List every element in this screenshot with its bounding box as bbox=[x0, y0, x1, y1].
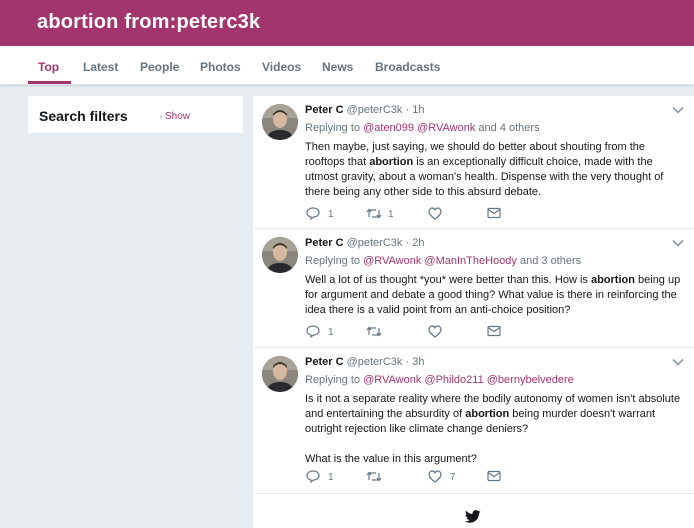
tab-videos[interactable]: Videos bbox=[262, 60, 301, 74]
tweet-author-handle[interactable]: @peterC3k bbox=[347, 237, 403, 249]
reply-count: 1 bbox=[328, 472, 334, 483]
like-count: 7 bbox=[450, 472, 456, 483]
tweet-author-name[interactable]: Peter C bbox=[305, 356, 344, 368]
search-filters-title: Search filters bbox=[39, 108, 128, 124]
avatar[interactable] bbox=[262, 356, 298, 392]
tweet-actions: 1 1 bbox=[305, 207, 685, 221]
tweet-time-separator: · bbox=[405, 356, 410, 368]
reply-icon bbox=[306, 207, 320, 220]
mention-link[interactable]: @bernybelvedere bbox=[487, 374, 574, 386]
retweet-button[interactable] bbox=[366, 325, 382, 338]
caret-down-icon[interactable] bbox=[672, 358, 684, 366]
active-tab-indicator bbox=[28, 81, 71, 84]
mention-link[interactable]: @RVAwonk bbox=[363, 374, 421, 386]
reply-count: 1 bbox=[328, 209, 334, 220]
caret-down-icon[interactable] bbox=[672, 106, 684, 114]
replying-to-label: Replying to bbox=[305, 374, 361, 386]
retweet-count: 1 bbox=[388, 209, 394, 220]
avatar-image bbox=[262, 356, 298, 392]
avatar[interactable] bbox=[262, 237, 298, 273]
retweet-icon bbox=[366, 471, 382, 482]
search-filters-card: Search filters · Show bbox=[28, 96, 243, 133]
retweet-button[interactable] bbox=[366, 470, 382, 483]
direct-message-button[interactable] bbox=[487, 207, 501, 219]
direct-message-button[interactable] bbox=[487, 325, 501, 337]
tweet-text-part: Well a lot of us thought *you* were bett… bbox=[305, 274, 591, 286]
tweet-author-name[interactable]: Peter C bbox=[305, 104, 344, 116]
replying-to-label: Replying to bbox=[305, 122, 361, 134]
tweet-time-separator: · bbox=[405, 237, 410, 249]
tweet-header: Peter C @peterC3k · 2h bbox=[305, 237, 424, 249]
tab-photos[interactable]: Photos bbox=[200, 60, 241, 74]
tweet-author-handle[interactable]: @peterC3k bbox=[347, 104, 403, 116]
like-icon bbox=[428, 470, 442, 483]
search-term-highlight: abortion bbox=[369, 156, 414, 168]
search-term-highlight: abortion bbox=[590, 274, 635, 286]
tweet-author-handle[interactable]: @peterC3k bbox=[347, 356, 403, 368]
like-button[interactable] bbox=[428, 325, 442, 338]
tweet-timestamp[interactable]: 3h bbox=[412, 356, 424, 368]
replying-to: Replying to @RVAwonk @ManInTheHoody and … bbox=[305, 255, 581, 267]
avatar[interactable] bbox=[262, 104, 298, 140]
search-header: abortion from:peterc3k bbox=[0, 0, 694, 46]
retweet-icon bbox=[366, 326, 382, 337]
tweet-text: Well a lot of us thought *you* were bett… bbox=[305, 273, 685, 318]
mention-link[interactable]: @ManInTheHoody bbox=[424, 255, 517, 267]
direct-message-icon bbox=[487, 470, 501, 482]
tweet[interactable]: Peter C @peterC3k · 3h Replying to @RVAw… bbox=[253, 348, 694, 494]
twitter-bird-icon bbox=[465, 510, 481, 523]
tweet-actions: 1 7 bbox=[305, 470, 685, 484]
tweet-actions: 1 bbox=[305, 325, 685, 339]
tab-top[interactable]: Top bbox=[38, 60, 59, 74]
tweet-text-part: What is the value in this argument? bbox=[305, 453, 477, 465]
reply-icon bbox=[306, 325, 320, 338]
search-nav: Top Latest People Photos Videos News Bro… bbox=[0, 46, 694, 85]
tab-people[interactable]: People bbox=[140, 60, 179, 74]
tweet-text: Is it not a separate reality where the b… bbox=[305, 392, 685, 467]
avatar-image bbox=[262, 237, 298, 273]
direct-message-icon bbox=[487, 207, 501, 219]
tweet[interactable]: Peter C @peterC3k · 2h Replying to @RVAw… bbox=[253, 229, 694, 348]
direct-message-button[interactable] bbox=[487, 470, 501, 482]
caret-down-icon[interactable] bbox=[672, 239, 684, 247]
tweet-timestamp[interactable]: 1h bbox=[412, 104, 424, 116]
like-icon bbox=[428, 325, 442, 338]
replying-to: Replying to @RVAwonk @Phildo211 @bernybe… bbox=[305, 374, 574, 386]
replying-to-others[interactable]: and 3 others bbox=[520, 255, 581, 267]
tab-news[interactable]: News bbox=[322, 60, 353, 74]
retweet-button[interactable] bbox=[366, 207, 382, 220]
search-filters-show-link[interactable]: Show bbox=[165, 111, 190, 122]
tab-latest[interactable]: Latest bbox=[83, 60, 118, 74]
search-title: abortion from:peterc3k bbox=[37, 11, 261, 33]
like-button[interactable] bbox=[428, 207, 442, 220]
replying-to: Replying to @aten099 @RVAwonk and 4 othe… bbox=[305, 122, 540, 134]
avatar-image bbox=[262, 104, 298, 140]
reply-button[interactable] bbox=[306, 207, 320, 220]
reply-count: 1 bbox=[328, 327, 334, 338]
like-icon bbox=[428, 207, 442, 220]
reply-button[interactable] bbox=[306, 470, 320, 483]
tweet-text: Then maybe, just saying, we should do be… bbox=[305, 140, 685, 200]
tweet[interactable]: Peter C @peterC3k · 1h Replying to @aten… bbox=[253, 96, 694, 229]
replying-to-label: Replying to bbox=[305, 255, 361, 267]
tweet-header: Peter C @peterC3k · 1h bbox=[305, 104, 424, 116]
replying-to-others[interactable]: and 4 others bbox=[478, 122, 539, 134]
search-term-highlight: abortion bbox=[465, 408, 510, 420]
mention-link[interactable]: @RVAwonk bbox=[363, 255, 421, 267]
tweet-author-name[interactable]: Peter C bbox=[305, 237, 344, 249]
like-button[interactable] bbox=[428, 470, 442, 483]
reply-icon bbox=[306, 470, 320, 483]
mention-link[interactable]: @Phildo211 bbox=[424, 374, 483, 386]
mention-link[interactable]: @aten099 bbox=[363, 122, 414, 134]
mention-link[interactable]: @RVAwonk bbox=[417, 122, 475, 134]
tweet-time-separator: · bbox=[405, 104, 410, 116]
search-timeline: Peter C @peterC3k · 1h Replying to @aten… bbox=[253, 96, 694, 528]
retweet-icon bbox=[366, 208, 382, 219]
direct-message-icon bbox=[487, 325, 501, 337]
tab-broadcasts[interactable]: Broadcasts bbox=[375, 60, 440, 74]
tweet-header: Peter C @peterC3k · 3h bbox=[305, 356, 424, 368]
search-filters-separator: · bbox=[159, 109, 163, 123]
reply-button[interactable] bbox=[306, 325, 320, 338]
tweet-timestamp[interactable]: 2h bbox=[412, 237, 424, 249]
